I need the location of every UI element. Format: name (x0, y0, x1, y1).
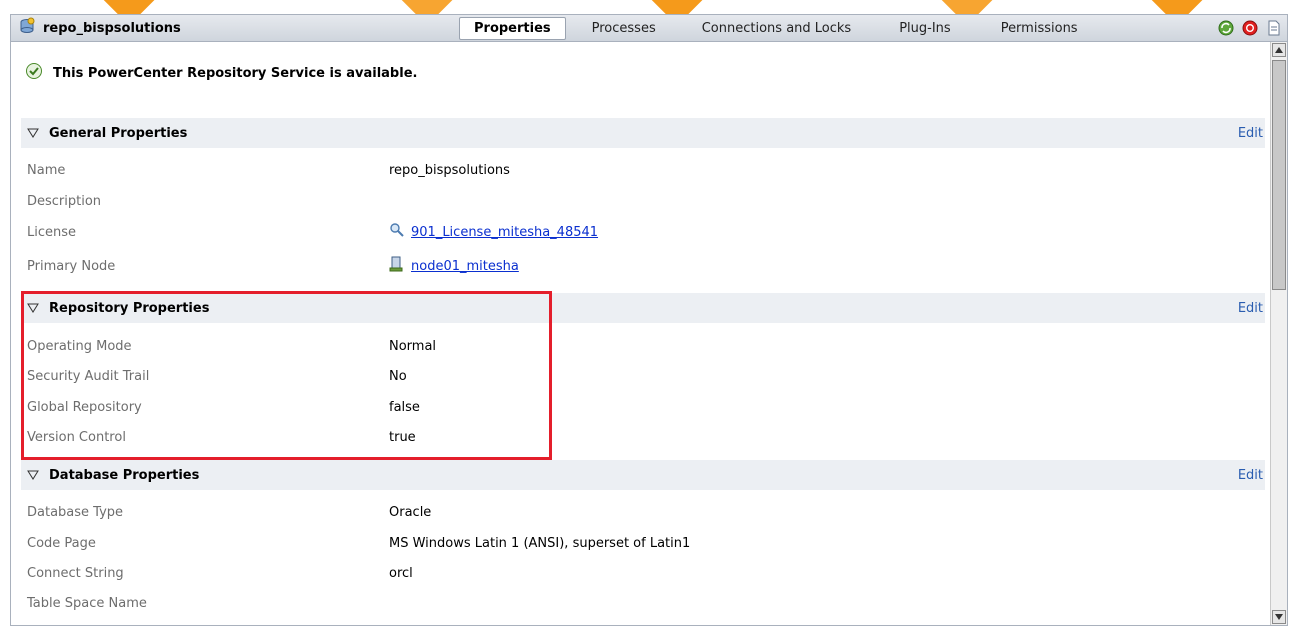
section-title: Repository Properties (49, 300, 210, 316)
property-value: Oracle (389, 504, 432, 520)
tab-plug-ins[interactable]: Plug-Ins (885, 18, 964, 39)
tab-connections-and-locks[interactable]: Connections and Locks (688, 18, 865, 39)
vertical-scrollbar[interactable] (1270, 42, 1287, 625)
check-circle-icon (25, 62, 43, 84)
primary-node-value: node01_mitesha (389, 256, 519, 276)
property-row: Version Control true (27, 426, 1227, 448)
collapse-triangle-icon[interactable] (27, 470, 41, 480)
section-title: Database Properties (49, 467, 200, 483)
background-decoration (0, 0, 1297, 14)
node-computer-icon (389, 256, 405, 276)
document-icon[interactable] (1265, 19, 1283, 37)
property-row: Database Type Oracle (27, 501, 1227, 523)
property-row: Primary Node node01_mitesha (27, 255, 1227, 277)
property-row: Description (27, 190, 1227, 212)
properties-panel: This PowerCenter Repository Service is a… (10, 42, 1288, 626)
tab-processes[interactable]: Processes (578, 18, 670, 39)
property-row: Name repo_bispsolutions (27, 159, 1227, 181)
scroll-down-icon[interactable] (1272, 610, 1286, 624)
header-actions (1211, 19, 1287, 37)
scroll-up-icon[interactable] (1272, 43, 1286, 57)
property-label: Primary Node (27, 258, 116, 274)
property-label: Description (27, 193, 102, 209)
collapse-triangle-icon[interactable] (27, 303, 41, 313)
property-label: Global Repository (27, 399, 142, 415)
property-row: Global Repository false (27, 396, 1227, 418)
service-title: repo_bispsolutions (43, 20, 181, 36)
stop-icon[interactable] (1241, 19, 1259, 37)
repository-properties-header[interactable]: Repository Properties Edit (21, 293, 1265, 323)
tab-bar: Properties Processes Connections and Loc… (459, 16, 1096, 40)
collapse-triangle-icon[interactable] (27, 128, 41, 138)
availability-status: This PowerCenter Repository Service is a… (25, 62, 417, 84)
property-label: License (27, 224, 77, 240)
property-value: Normal (389, 338, 437, 354)
availability-status-text: This PowerCenter Repository Service is a… (53, 65, 418, 81)
scrollbar-thumb[interactable] (1272, 60, 1286, 290)
section-title: General Properties (49, 125, 188, 141)
property-value: true (389, 429, 416, 445)
property-row: Security Audit Trail No (27, 365, 1227, 387)
property-label: Code Page (27, 535, 96, 551)
property-row: License 901_License_mitesha_48541 (27, 221, 1227, 243)
database-properties-header[interactable]: Database Properties Edit (21, 460, 1265, 490)
service-title-area: repo_bispsolutions (11, 17, 459, 39)
property-value: false (389, 399, 420, 415)
property-value: repo_bispsolutions (389, 162, 510, 178)
repository-service-icon (19, 17, 37, 39)
property-row: Operating Mode Normal (27, 335, 1227, 357)
property-label: Table Space Name (27, 595, 147, 611)
recycle-icon[interactable] (1217, 19, 1235, 37)
license-link[interactable]: 901_License_mitesha_48541 (411, 225, 598, 240)
property-label: Version Control (27, 429, 126, 445)
property-row: Table Space Name (27, 592, 1227, 614)
tab-properties[interactable]: Properties (459, 16, 566, 40)
primary-node-link[interactable]: node01_mitesha (411, 259, 519, 274)
property-row: Code Page MS Windows Latin 1 (ANSI), sup… (27, 532, 1227, 554)
service-header: repo_bispsolutions Properties Processes … (10, 14, 1288, 42)
property-value: No (389, 368, 407, 384)
general-properties-header[interactable]: General Properties Edit (21, 118, 1265, 148)
property-value: MS Windows Latin 1 (ANSI), superset of L… (389, 535, 691, 551)
property-label: Security Audit Trail (27, 368, 150, 384)
edit-database-properties-link[interactable]: Edit (1238, 468, 1263, 483)
property-label: Operating Mode (27, 338, 132, 354)
tab-permissions[interactable]: Permissions (987, 18, 1092, 39)
license-value: 901_License_mitesha_48541 (389, 222, 598, 242)
property-label: Name (27, 162, 66, 178)
edit-general-properties-link[interactable]: Edit (1238, 126, 1263, 141)
property-label: Database Type (27, 504, 124, 520)
property-value: orcl (389, 565, 413, 581)
license-key-icon (389, 222, 405, 242)
property-label: Connect String (27, 565, 124, 581)
property-row: Connect String orcl (27, 562, 1227, 584)
edit-repository-properties-link[interactable]: Edit (1238, 301, 1263, 316)
